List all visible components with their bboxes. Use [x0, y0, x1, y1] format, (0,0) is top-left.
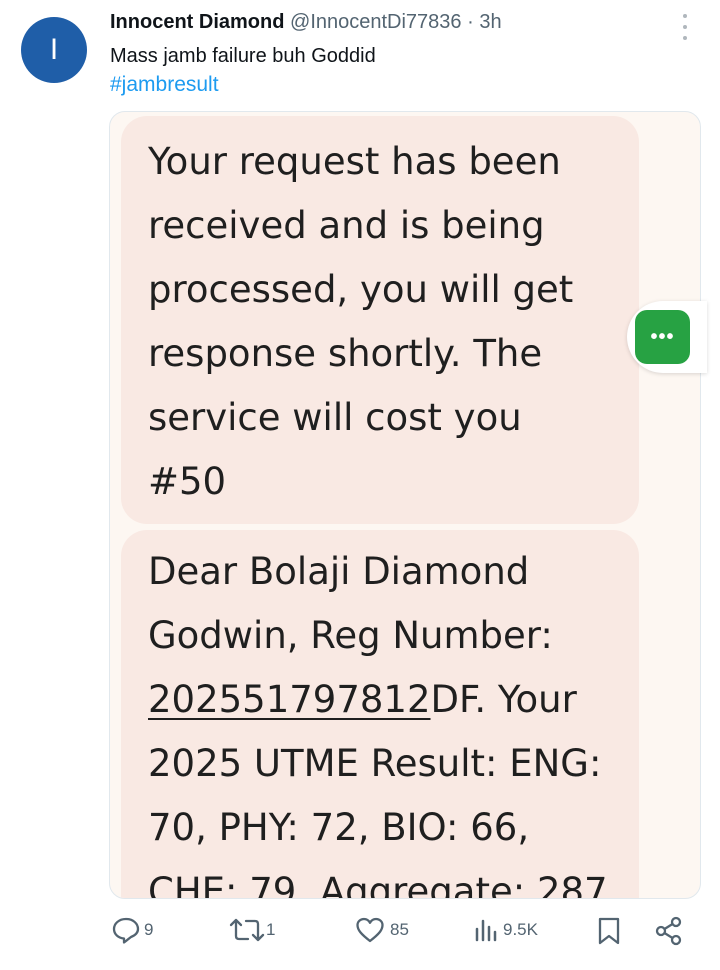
message-line: Your request has been [148, 140, 561, 183]
like-button[interactable]: 85 [355, 916, 409, 944]
message-bubble-2: Dear Bolaji Diamond Godwin, Reg Number: … [121, 530, 639, 899]
message-line: 70, PHY: 72, BIO: 66, [148, 806, 530, 849]
bookmark-icon [598, 917, 620, 945]
tweet-header: Innocent Diamond @InnocentDi77836 · 3h [110, 11, 502, 34]
views-button[interactable]: 9.5K [471, 916, 538, 944]
hashtag-link[interactable]: #jambresult [110, 73, 219, 97]
tweet-actions: 9 1 85 9.5K [0, 916, 720, 950]
views-count: 9.5K [503, 920, 538, 939]
message-line: 202551797812DF. Your [148, 668, 639, 732]
avatar-letter: I [49, 33, 59, 66]
message-bubble-1: Your request has been received and is be… [121, 116, 639, 524]
display-name[interactable]: Innocent Diamond [110, 11, 284, 33]
avatar[interactable]: I [21, 17, 87, 83]
user-handle[interactable]: @InnocentDi77836 [290, 11, 462, 33]
chat-dots-icon: ••• [635, 310, 690, 364]
repost-button[interactable]: 1 [229, 916, 275, 944]
timestamp[interactable]: 3h [479, 11, 501, 33]
reply-button[interactable]: 9 [111, 916, 153, 944]
message-line: 2025 UTME Result: ENG: [148, 742, 602, 785]
message-line: service will cost you [148, 396, 522, 439]
reg-number-link: 202551797812 [148, 678, 431, 721]
bookmark-button[interactable] [595, 916, 623, 946]
tweet-text: Mass jamb failure buh Goddid [110, 45, 376, 67]
message-line-rest: DF. Your [430, 678, 577, 721]
message-line: Godwin, Reg Number: [148, 614, 553, 657]
share-button[interactable] [654, 916, 684, 946]
like-count: 85 [390, 920, 409, 939]
tweet-media-image[interactable]: Your request has been received and is be… [109, 111, 701, 899]
repost-count: 1 [266, 920, 276, 939]
reply-count: 9 [144, 920, 154, 939]
message-line: Dear Bolaji Diamond [148, 550, 530, 593]
reply-icon [112, 917, 140, 944]
message-line: response shortly. The [148, 332, 543, 375]
repost-icon [229, 918, 265, 942]
heart-icon [356, 917, 384, 943]
analytics-icon [475, 919, 497, 942]
message-line: received and is being [148, 204, 545, 247]
share-icon [655, 916, 682, 946]
message-line: processed, you will get [148, 268, 574, 311]
message-line: #50 [148, 460, 227, 503]
more-options-icon[interactable] [678, 14, 692, 40]
separator: · [467, 11, 474, 33]
message-line: CHE: 79, Aggregate: 287 [148, 870, 608, 899]
